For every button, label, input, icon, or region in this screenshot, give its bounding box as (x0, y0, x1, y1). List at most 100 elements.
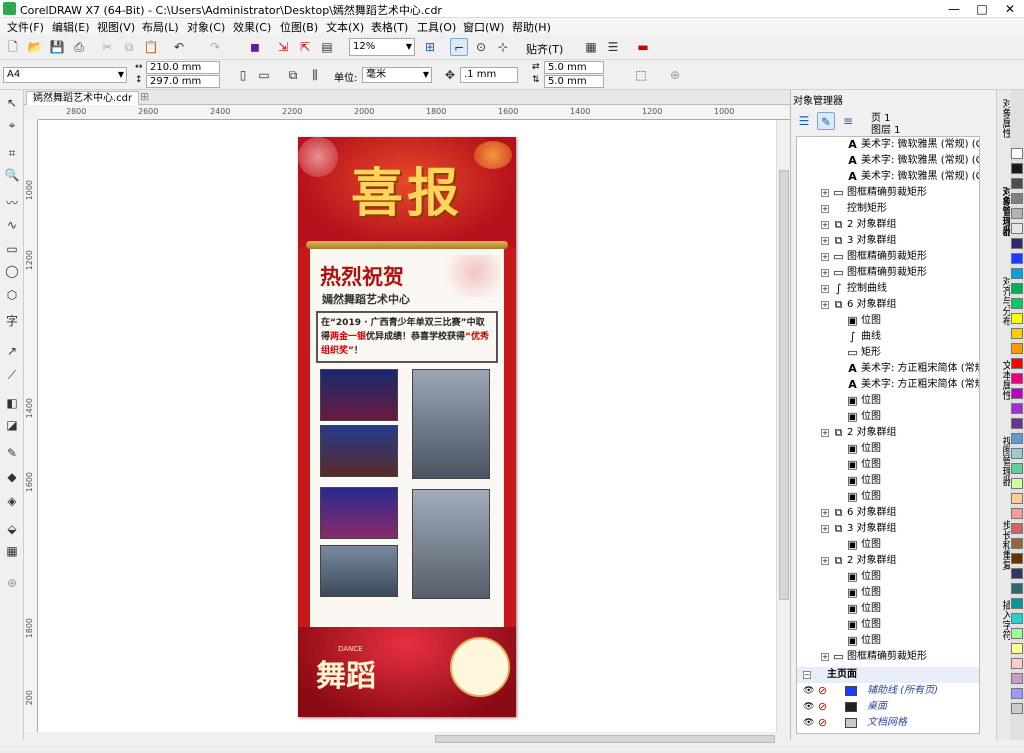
palette-swatch[interactable] (1011, 403, 1023, 414)
object-tree-row[interactable]: ▣ 位图 (797, 457, 979, 473)
eyedropper-icon[interactable]: ✎ (3, 444, 21, 462)
object-tree-row[interactable]: + ⧉ 3 对象群组 (797, 521, 979, 537)
menu-window[interactable]: 窗口(W) (463, 19, 504, 35)
palette-swatch[interactable] (1011, 343, 1023, 354)
menu-tools[interactable]: 工具(O) (417, 19, 456, 35)
publish-pdf-icon[interactable]: ▤ (318, 38, 336, 56)
menu-help[interactable]: 帮助(H) (512, 19, 551, 35)
connector-tool-icon[interactable]: ⟋ (3, 366, 21, 384)
visibility-eye-icon[interactable]: 👁 (803, 701, 814, 713)
menu-edit[interactable]: 编辑(E) (52, 19, 90, 35)
expand-toggle-icon[interactable]: + (821, 285, 829, 293)
palette-swatch[interactable] (1011, 523, 1023, 534)
zoom-tool-icon[interactable]: 🔍 (3, 166, 21, 184)
menu-bitmap[interactable]: 位图(B) (280, 19, 318, 35)
expand-toggle-icon[interactable]: + (821, 557, 829, 565)
show-grid-icon[interactable]: ⊙ (472, 38, 490, 56)
palette-swatch[interactable] (1011, 208, 1023, 219)
redo-icon[interactable]: ↷ (206, 38, 224, 56)
object-tree-row[interactable]: A 美术字: 微软雅黑 (常规) (CH (797, 153, 979, 169)
landscape-icon[interactable]: ▭ (255, 66, 273, 84)
object-tree-row[interactable]: ∫ 曲线 (797, 329, 979, 345)
artistic-media-icon[interactable]: ∿ (3, 216, 21, 234)
layer-color-swatch[interactable] (845, 702, 857, 712)
palette-swatch[interactable] (1011, 553, 1023, 564)
expand-toggle-icon[interactable]: + (821, 653, 829, 661)
master-layer-row[interactable]: 👁 ⊘ 辅助线 (所有页) (797, 683, 979, 699)
object-tree-row[interactable]: + ▭ 图框精确剪裁矩形 (797, 185, 979, 201)
transparency-icon[interactable]: ◪ (3, 416, 21, 434)
palette-swatch[interactable] (1011, 688, 1023, 699)
expand-toggle-icon[interactable]: + (821, 189, 829, 197)
unit-select[interactable]: 毫米 ▼ (362, 67, 432, 83)
palette-swatch[interactable] (1011, 478, 1023, 489)
printable-icon[interactable]: ⊘ (817, 717, 828, 729)
expand-toggle-icon[interactable]: + (821, 253, 829, 261)
palette-swatch[interactable] (1011, 358, 1023, 369)
menu-file[interactable]: 文件(F) (7, 19, 44, 35)
snap-to-button[interactable]: 贴齐(T) (526, 41, 563, 57)
master-layer-row[interactable]: 👁 ⊘ 文档网格 (797, 715, 979, 731)
menu-text[interactable]: 文本(X) (326, 19, 364, 35)
object-tree-row[interactable]: + ⧉ 2 对象群组 (797, 425, 979, 441)
document-tab[interactable]: 嫣然舞蹈艺术中心.cdr (26, 91, 140, 105)
menu-effects[interactable]: 效果(C) (233, 19, 271, 35)
close-button[interactable]: ✕ (996, 0, 1024, 18)
export-icon[interactable]: ⇱ (296, 38, 314, 56)
minimize-button[interactable]: — (940, 0, 968, 18)
palette-swatch[interactable] (1011, 313, 1023, 324)
expand-toggle-icon[interactable]: + (821, 237, 829, 245)
object-tree-row[interactable]: + ▭ 图框精确剪裁矩形 (797, 265, 979, 281)
application-launcher-icon[interactable]: ☰ (604, 38, 622, 56)
palette-swatch[interactable] (1011, 148, 1023, 159)
printable-icon[interactable]: ⊘ (817, 685, 828, 697)
object-tree-row[interactable]: ▣ 位图 (797, 601, 979, 617)
open-icon[interactable]: 📂 (26, 38, 44, 56)
nudge-distance-field[interactable]: .1 mm (460, 67, 518, 83)
object-tree-row[interactable]: ▣ 位图 (797, 569, 979, 585)
palette-swatch[interactable] (1011, 463, 1023, 474)
object-tree-row[interactable]: ▣ 位图 (797, 393, 979, 409)
object-tree-row[interactable]: ▣ 位图 (797, 441, 979, 457)
show-properties-icon[interactable]: ☰ (795, 112, 813, 130)
vertical-ruler[interactable]: 1000 1200 1400 1600 1800 200 (24, 120, 38, 732)
object-tree-row[interactable]: + ⧉ 6 对象群组 (797, 505, 979, 521)
expand-toggle-icon[interactable]: + (821, 509, 829, 517)
object-tree-row[interactable]: ▣ 位图 (797, 617, 979, 633)
menu-view[interactable]: 视图(V) (97, 19, 135, 35)
object-tree-row[interactable]: ▣ 位图 (797, 489, 979, 505)
ellipse-tool-icon[interactable]: ◯ (3, 262, 21, 280)
duplicate-y-field[interactable]: 5.0 mm (544, 75, 604, 88)
portrait-icon[interactable]: ▯ (234, 66, 252, 84)
object-tree-row[interactable]: + ⧉ 2 对象群组 (797, 217, 979, 233)
layer-color-swatch[interactable] (845, 718, 857, 728)
object-tree-row[interactable]: A 美术字: 方正粗宋简体 (常规) (797, 377, 979, 393)
freehand-tool-icon[interactable]: 〰 (3, 194, 21, 212)
object-tree-row[interactable]: ▣ 位图 (797, 585, 979, 601)
text-tool-icon[interactable]: 字 (3, 312, 21, 330)
add-icon[interactable]: ⊕ (666, 66, 684, 84)
palette-swatch[interactable] (1011, 388, 1023, 399)
layer-color-swatch[interactable] (845, 686, 857, 696)
smart-fill-icon[interactable]: ◈ (3, 492, 21, 510)
object-tree-row[interactable]: + ∫ 控制曲线 (797, 281, 979, 297)
expand-toggle-icon[interactable]: + (821, 301, 829, 309)
copy-icon[interactable]: ⧉ (120, 38, 138, 56)
dimension-tool-icon[interactable]: ↗ (3, 342, 21, 360)
palette-swatch[interactable] (1011, 283, 1023, 294)
poster-artwork[interactable]: 喜报 热烈祝贺 嫣然舞蹈艺术中心 在“2019 · 广西青少年单双三比赛”中取得… (298, 137, 516, 717)
master-page-row[interactable]: − 主页面 (797, 667, 979, 683)
new-document-icon[interactable]: 🗋 (4, 38, 22, 56)
collapse-toggle-icon[interactable]: − (803, 671, 811, 679)
visibility-eye-icon[interactable]: 👁 (803, 685, 814, 697)
palette-swatch[interactable] (1011, 238, 1023, 249)
all-pages-icon[interactable]: ⧉ (284, 66, 302, 84)
drop-shadow-icon[interactable]: ◧ (3, 394, 21, 412)
paste-icon[interactable]: 📋 (142, 38, 160, 56)
object-tree-row[interactable]: + ⧉ 6 对象群组 (797, 297, 979, 313)
cut-icon[interactable]: ✂ (98, 38, 116, 56)
polygon-tool-icon[interactable]: ⬡ (3, 286, 21, 304)
palette-swatch[interactable] (1011, 613, 1023, 624)
object-tree[interactable]: A 美术字: 微软雅黑 (常规) (CH A 美术字: 微软雅黑 (常规) (CH A 美… (796, 136, 980, 734)
palette-swatch[interactable] (1011, 253, 1023, 264)
